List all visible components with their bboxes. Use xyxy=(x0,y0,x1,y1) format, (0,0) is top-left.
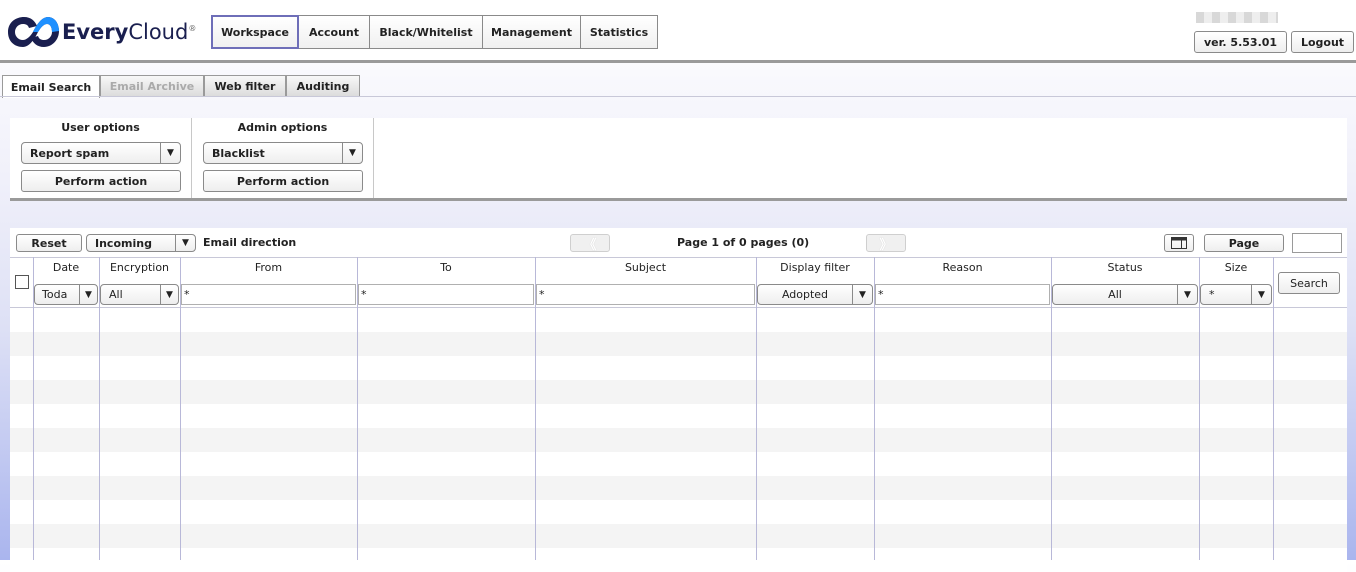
select-all-checkbox[interactable] xyxy=(15,275,29,289)
nav-account[interactable]: Account xyxy=(298,15,370,49)
user-options-group: User options Report spam ▼ Perform actio… xyxy=(10,118,192,198)
column-header-reason[interactable]: Reason xyxy=(874,261,1051,274)
table-row[interactable] xyxy=(10,524,1347,548)
tab-email-search[interactable]: Email Search xyxy=(2,75,100,98)
options-panel: User options Report spam ▼ Perform actio… xyxy=(10,118,1347,198)
size-filter-select[interactable]: * ▼ xyxy=(1200,284,1272,305)
tab-email-archive[interactable]: Email Archive xyxy=(100,75,204,96)
logo-cloud: Cloud xyxy=(128,20,189,44)
page-button[interactable]: Page xyxy=(1204,234,1284,252)
logout-button[interactable]: Logout xyxy=(1291,31,1354,53)
logo-wordmark: EveryCloud® xyxy=(62,20,196,44)
chevron-down-icon: ▼ xyxy=(1177,285,1197,304)
tab-auditing[interactable]: Auditing xyxy=(286,75,360,96)
top-navigation: Workspace Account Black/Whitelist Manage… xyxy=(211,15,658,49)
admin-action-select[interactable]: Blacklist ▼ xyxy=(203,142,363,164)
admin-options-title: Admin options xyxy=(237,121,328,134)
columns-icon xyxy=(1171,237,1187,249)
user-perform-action-button[interactable]: Perform action xyxy=(21,170,181,192)
admin-options-group: Admin options Blacklist ▼ Perform action xyxy=(192,118,374,198)
nav-workspace[interactable]: Workspace xyxy=(211,15,299,49)
column-header-subject[interactable]: Subject xyxy=(535,261,756,274)
reset-button[interactable]: Reset xyxy=(16,234,82,252)
column-header-from[interactable]: From xyxy=(180,261,357,274)
subtab-divider xyxy=(0,96,1356,97)
tab-web-filter[interactable]: Web filter xyxy=(204,75,286,96)
display-filter-select[interactable]: Adopted ▼ xyxy=(757,284,873,305)
chevron-down-icon: ▼ xyxy=(342,143,362,163)
logo-every: Every xyxy=(62,20,129,44)
email-results-grid: Reset Incoming ▼ Email direction 《 Page … xyxy=(10,228,1347,572)
chevron-down-icon: ▼ xyxy=(79,285,97,304)
table-row[interactable] xyxy=(10,380,1347,404)
reason-filter-input[interactable]: * xyxy=(875,284,1050,305)
table-row[interactable] xyxy=(10,332,1347,356)
table-row[interactable] xyxy=(10,548,1347,572)
user-options-title: User options xyxy=(61,121,140,134)
column-chooser-button[interactable] xyxy=(1164,234,1194,252)
table-row[interactable] xyxy=(10,404,1347,428)
column-header-encryption[interactable]: Encryption xyxy=(99,261,180,274)
pager-text: Page 1 of 0 pages (0) xyxy=(677,236,810,249)
version-button[interactable]: ver. 5.53.01 xyxy=(1194,31,1287,53)
logo-registered-mark: ® xyxy=(188,24,197,33)
table-row[interactable] xyxy=(10,356,1347,380)
pager-prev-button[interactable]: 《 xyxy=(570,234,610,253)
direction-select[interactable]: Incoming ▼ xyxy=(86,234,196,252)
table-row[interactable] xyxy=(10,452,1347,476)
column-header-display-filter[interactable]: Display filter xyxy=(756,261,874,274)
column-header-status[interactable]: Status xyxy=(1051,261,1199,274)
column-divider xyxy=(1273,257,1274,560)
chevron-down-icon: ▼ xyxy=(160,143,180,163)
status-filter-selected: All xyxy=(1108,288,1122,301)
email-direction-label: Email direction xyxy=(203,236,297,249)
direction-selected: Incoming xyxy=(95,236,152,250)
chevron-down-icon: ▼ xyxy=(160,285,178,304)
table-row[interactable] xyxy=(10,428,1347,452)
size-filter-selected: * xyxy=(1209,288,1215,301)
pager-next-button[interactable]: 》 xyxy=(866,234,906,253)
grid-filter-bottom-border xyxy=(10,307,1347,308)
admin-perform-action-button[interactable]: Perform action xyxy=(203,170,363,192)
display-filter-selected: Adopted xyxy=(781,288,829,301)
chevron-down-icon: ▼ xyxy=(1251,285,1271,304)
table-row[interactable] xyxy=(10,500,1347,524)
chevron-down-icon: ▼ xyxy=(852,285,872,304)
date-filter-selected: Toda xyxy=(42,288,68,301)
encryption-filter-selected: All xyxy=(109,288,123,301)
admin-action-selected: Blacklist xyxy=(212,146,265,160)
search-button[interactable]: Search xyxy=(1278,272,1340,294)
to-filter-input[interactable]: * xyxy=(358,284,534,305)
status-filter-select[interactable]: All ▼ xyxy=(1052,284,1198,305)
nav-management[interactable]: Management xyxy=(482,15,581,49)
subject-filter-input[interactable]: * xyxy=(536,284,755,305)
column-header-to[interactable]: To xyxy=(357,261,535,274)
everycloud-logo: EveryCloud® xyxy=(4,14,196,50)
column-header-size[interactable]: Size xyxy=(1199,261,1273,274)
table-row[interactable] xyxy=(10,476,1347,500)
date-filter-select[interactable]: Toda ▼ xyxy=(34,284,98,305)
everycloud-logo-icon xyxy=(8,17,59,47)
page-number-input[interactable] xyxy=(1292,233,1342,253)
column-header-date[interactable]: Date xyxy=(33,261,99,274)
user-name-redacted xyxy=(1196,12,1278,23)
grid-header-top-border xyxy=(10,257,1347,258)
user-action-select[interactable]: Report spam ▼ xyxy=(21,142,181,164)
encryption-filter-select[interactable]: All ▼ xyxy=(100,284,179,305)
user-action-selected: Report spam xyxy=(30,146,110,160)
nav-black-whitelist[interactable]: Black/Whitelist xyxy=(369,15,483,49)
nav-statistics[interactable]: Statistics xyxy=(580,15,658,49)
app-header: EveryCloud® Workspace Account Black/Whit… xyxy=(0,0,1356,63)
from-filter-input[interactable]: * xyxy=(181,284,356,305)
chevron-down-icon: ▼ xyxy=(175,235,195,251)
table-row[interactable] xyxy=(10,308,1347,332)
